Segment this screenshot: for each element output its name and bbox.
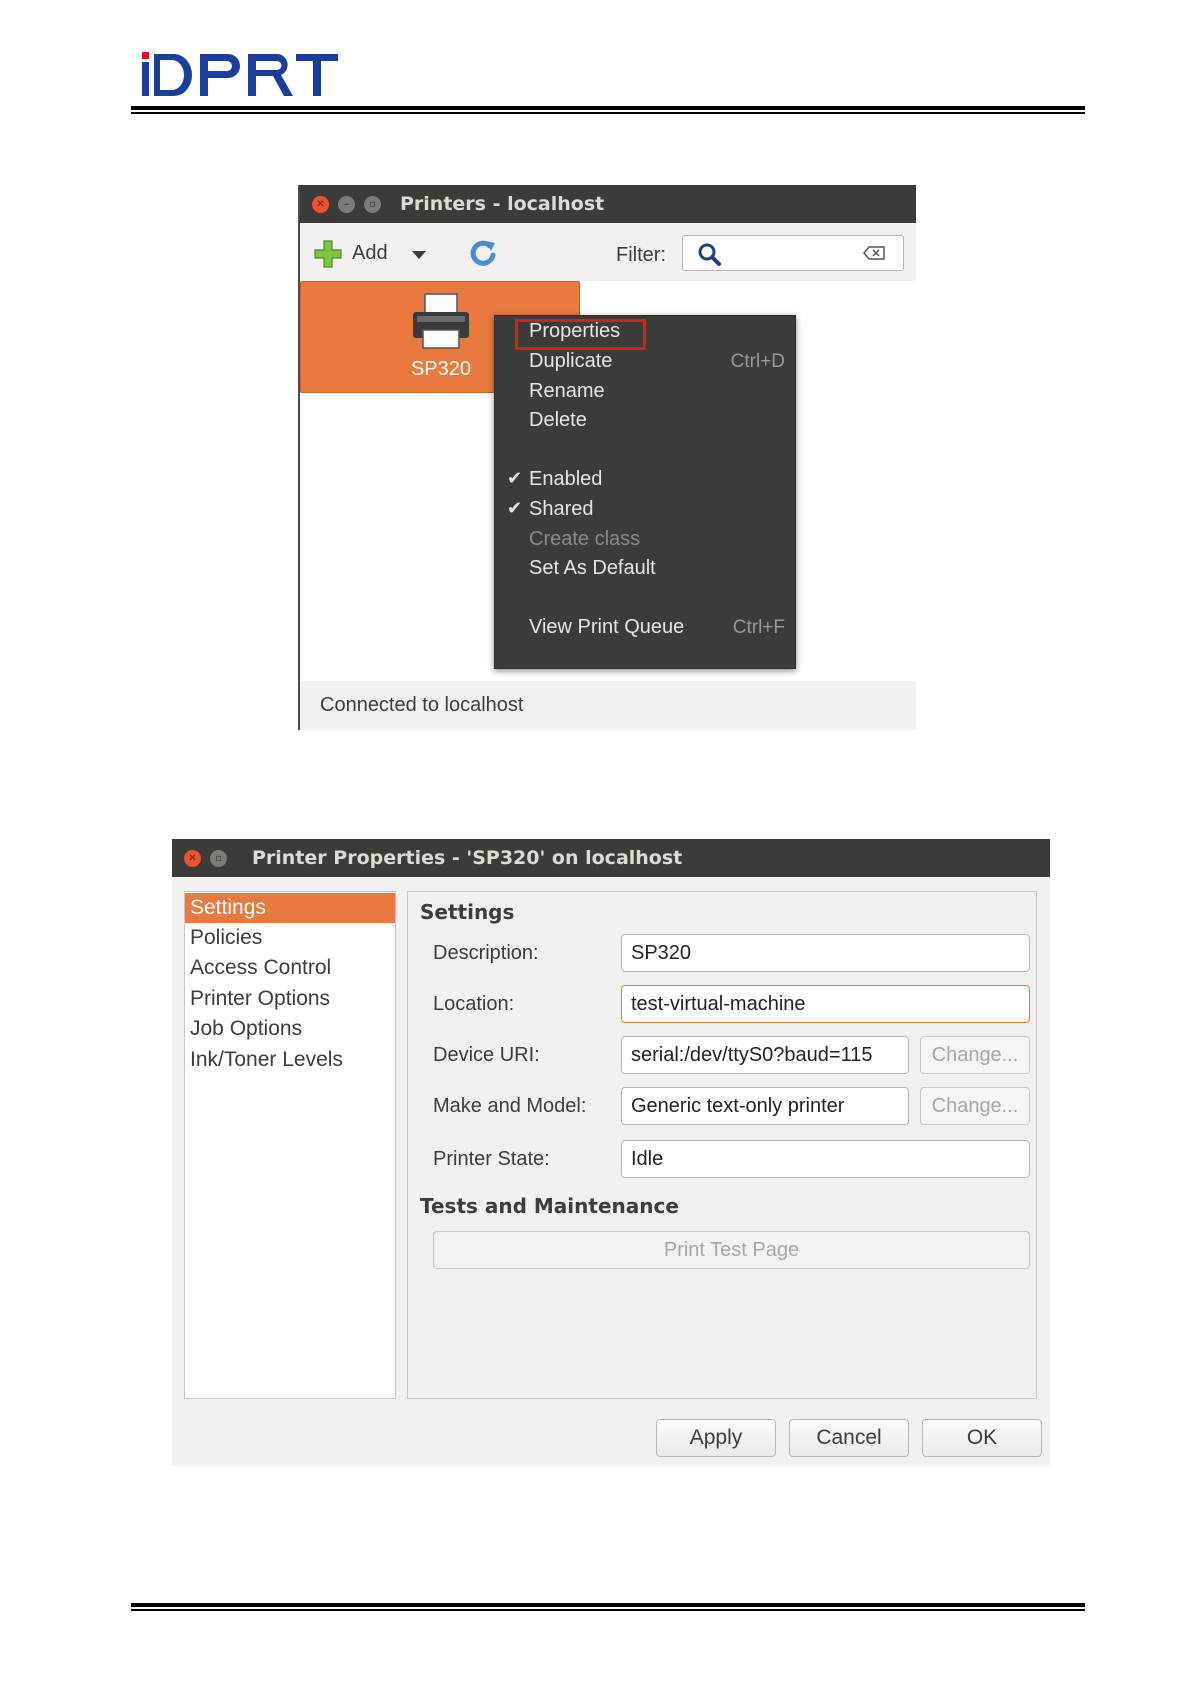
context-menu: Properties Duplicate Ctrl+D Rename Delet… — [494, 315, 796, 669]
printer-state-label: Printer State: — [433, 1148, 550, 1170]
settings-heading: Settings — [420, 900, 515, 924]
menu-item-properties[interactable]: Properties — [529, 320, 620, 343]
printer-icon — [413, 293, 469, 349]
make-model-label: Make and Model: — [433, 1095, 587, 1117]
device-uri-field[interactable]: serial:/dev/ttyS0?baud=115 — [621, 1036, 909, 1074]
footer-rule-thin — [131, 1609, 1085, 1611]
close-icon[interactable]: ✕ — [184, 850, 201, 867]
print-test-page-button: Print Test Page — [433, 1231, 1030, 1269]
filter-input[interactable] — [682, 235, 904, 271]
sidebar-item-access-control[interactable]: Access Control — [185, 953, 395, 983]
properties-titlebar: ✕ ▫ Printer Properties - 'SP320' on loca… — [172, 839, 1050, 877]
menu-item-set-default[interactable]: Set As Default — [529, 557, 656, 580]
printer-state-field: Idle — [621, 1140, 1030, 1178]
maximize-icon[interactable]: ▫ — [210, 850, 227, 867]
refresh-icon[interactable] — [468, 238, 498, 268]
menu-item-create-class: Create class — [529, 528, 641, 550]
sidebar-item-ink-toner[interactable]: Ink/Toner Levels — [185, 1045, 395, 1075]
tests-heading: Tests and Maintenance — [420, 1194, 679, 1218]
menu-item-delete[interactable]: Delete — [529, 409, 587, 432]
ok-button[interactable]: OK — [922, 1419, 1042, 1457]
search-icon — [698, 243, 721, 266]
change-uri-button: Change... — [920, 1036, 1030, 1074]
sidebar-item-policies[interactable]: Policies — [185, 923, 395, 953]
window-title: Printers - localhost — [400, 193, 605, 215]
header-rule-thin — [131, 112, 1085, 114]
description-label: Description: — [433, 942, 539, 964]
cancel-button[interactable]: Cancel — [789, 1419, 909, 1457]
filter-label: Filter: — [616, 244, 666, 266]
menu-item-view-queue[interactable]: View Print Queue — [529, 616, 684, 639]
sidebar-item-job-options[interactable]: Job Options — [185, 1014, 395, 1044]
menu-item-enabled[interactable]: Enabled — [529, 468, 602, 491]
sidebar-item-settings[interactable]: Settings — [185, 893, 395, 923]
header-rule — [131, 106, 1085, 110]
description-field[interactable]: SP320 — [621, 934, 1030, 972]
device-uri-label: Device URI: — [433, 1044, 540, 1066]
minimize-icon[interactable]: – — [338, 196, 355, 213]
printers-titlebar: ✕ – ▫ Printers - localhost — [300, 185, 916, 223]
menu-item-rename[interactable]: Rename — [529, 380, 605, 403]
close-icon[interactable]: ✕ — [312, 196, 329, 213]
clear-icon[interactable] — [863, 246, 885, 260]
apply-button[interactable]: Apply — [656, 1419, 776, 1457]
menu-item-shared[interactable]: Shared — [529, 498, 594, 521]
printer-properties-window: ✕ ▫ Printer Properties - 'SP320' on loca… — [172, 839, 1050, 1466]
change-model-button: Change... — [920, 1087, 1030, 1125]
duplicate-shortcut: Ctrl+D — [730, 351, 785, 372]
status-bar: Connected to localhost — [300, 681, 916, 730]
add-icon[interactable] — [314, 240, 342, 268]
settings-panel: Settings Description: SP320 Location: te… — [407, 891, 1037, 1399]
footer-rule — [131, 1603, 1085, 1607]
view-queue-shortcut: Ctrl+F — [732, 617, 785, 638]
sidebar-item-printer-options[interactable]: Printer Options — [185, 984, 395, 1014]
properties-sidebar: Settings Policies Access Control Printer… — [184, 891, 396, 1399]
add-button[interactable]: Add — [352, 242, 388, 265]
menu-item-duplicate[interactable]: Duplicate — [529, 350, 612, 373]
maximize-icon[interactable]: ▫ — [364, 196, 381, 213]
check-icon: ✔ — [507, 498, 523, 519]
make-model-field[interactable]: Generic text-only printer — [621, 1087, 909, 1125]
location-field[interactable]: test-virtual-machine — [621, 985, 1030, 1023]
printers-toolbar: Add Filter: — [300, 223, 916, 281]
idprt-logo — [142, 52, 338, 96]
check-icon: ✔ — [507, 468, 523, 489]
location-label: Location: — [433, 993, 515, 1015]
window-title: Printer Properties - 'SP320' on localhos… — [252, 847, 683, 869]
chevron-down-icon[interactable] — [412, 251, 426, 259]
